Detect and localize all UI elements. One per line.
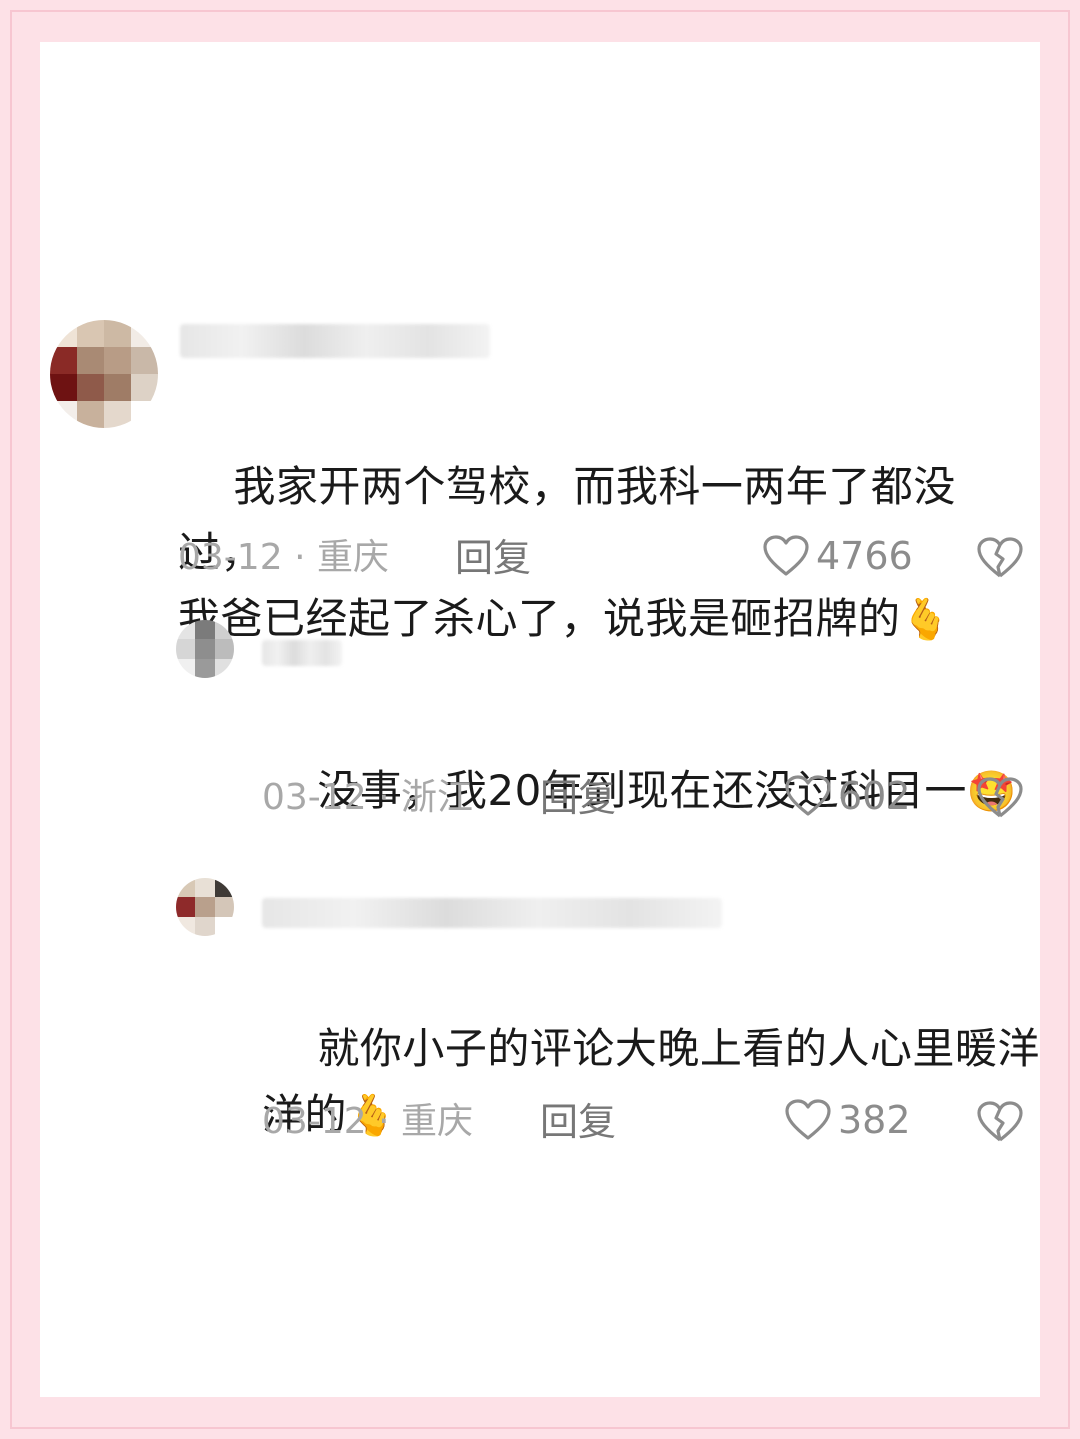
- broken-heart-icon: [976, 776, 1024, 820]
- comment-meta: 03-12 · 重庆: [262, 1100, 473, 1144]
- avatar[interactable]: [176, 620, 234, 678]
- like-count: 602: [838, 774, 911, 818]
- heart-outline-icon: [784, 774, 832, 818]
- like-button[interactable]: 382: [784, 1098, 911, 1142]
- heart-outline-icon: [762, 534, 810, 578]
- heart-outline-icon: [784, 1098, 832, 1142]
- dislike-button[interactable]: [976, 536, 1024, 580]
- comment-card: 我家开两个驾校，而我科一两年了都没过， 我爸已经起了杀心了，说我是砸招牌的🫰 0…: [40, 42, 1040, 1397]
- comment-meta: 03-12 · 浙江: [262, 776, 473, 820]
- like-count: 4766: [816, 534, 913, 578]
- dislike-button[interactable]: [976, 776, 1024, 820]
- like-count: 382: [838, 1098, 911, 1142]
- like-button[interactable]: 4766: [762, 534, 913, 578]
- comment-date: 03-12: [262, 777, 367, 818]
- comment-location: 重庆: [400, 1101, 473, 1142]
- meta-separator: ·: [378, 777, 390, 818]
- username-blurred[interactable]: [262, 640, 342, 666]
- comment-text: 就你小子的评论大晚上看的人心里暖洋 洋的🫰: [262, 950, 1040, 1215]
- meta-separator: ·: [378, 1101, 390, 1142]
- username-blurred[interactable]: [262, 898, 722, 928]
- broken-heart-icon: [976, 1100, 1024, 1144]
- comment-location: 浙江: [400, 777, 473, 818]
- reply-button[interactable]: 回复: [540, 1100, 616, 1144]
- finger-heart-icon: 🫰: [900, 597, 951, 643]
- reply-button[interactable]: 回复: [455, 536, 531, 580]
- username-blurred[interactable]: [180, 324, 490, 358]
- comment-date: 03-12: [178, 537, 283, 578]
- like-button[interactable]: 602: [784, 774, 911, 818]
- broken-heart-icon: [976, 536, 1024, 580]
- avatar[interactable]: [176, 878, 234, 936]
- comment-date: 03-12: [262, 1101, 367, 1142]
- reply-button[interactable]: 回复: [540, 776, 616, 820]
- avatar[interactable]: [50, 320, 158, 428]
- meta-separator: ·: [294, 537, 306, 578]
- comment-location: 重庆: [316, 537, 389, 578]
- dislike-button[interactable]: [976, 1100, 1024, 1144]
- comment-meta: 03-12 · 重庆: [178, 536, 389, 580]
